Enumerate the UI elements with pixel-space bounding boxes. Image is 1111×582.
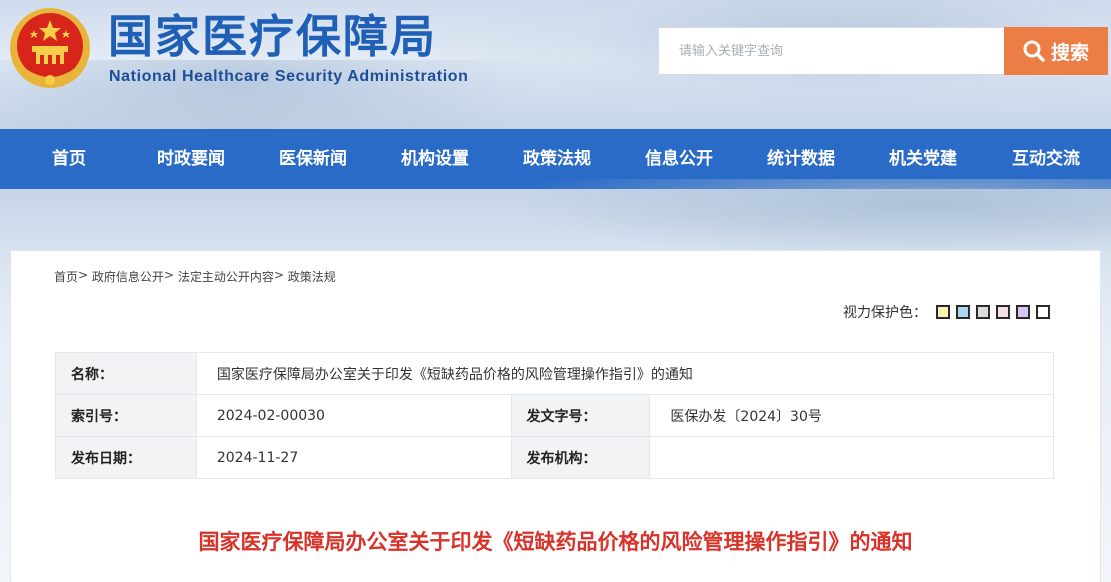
table-row: 名称： 国家医疗保障局办公室关于印发《短缺药品价格的风险管理操作指引》的通知: [55, 352, 1055, 395]
nav-item-home[interactable]: 首页: [8, 129, 130, 189]
breadcrumb-item-home[interactable]: 首页: [54, 268, 78, 285]
breadcrumb-item-policies[interactable]: 政策法规: [288, 268, 336, 285]
document-number-value: 医保办发〔2024〕30号: [649, 394, 1054, 437]
index-value: 2024-02-00030: [195, 394, 512, 437]
breadcrumb-separator: >: [163, 268, 174, 282]
nav-item-healthcare-news[interactable]: 医保新闻: [252, 129, 374, 189]
breadcrumb-item-gov-info[interactable]: 政府信息公开: [92, 268, 164, 285]
table-row: 索引号： 2024-02-00030 发文字号： 医保办发〔2024〕30号: [55, 394, 1054, 437]
nav-item-current-affairs[interactable]: 时政要闻: [130, 129, 252, 189]
eye-care-color-picker: 视力保护色：: [843, 302, 1050, 322]
issuer-value: [649, 436, 1054, 479]
eye-care-swatch[interactable]: [1036, 305, 1050, 319]
eye-care-swatch[interactable]: [996, 305, 1010, 319]
eye-care-swatches: [936, 305, 1050, 319]
breadcrumb-item-mandatory-disclosure[interactable]: 法定主动公开内容: [178, 268, 274, 285]
name-label: 名称：: [55, 352, 197, 395]
publish-date-value: 2024-11-27: [195, 436, 512, 479]
breadcrumb-separator: >: [273, 268, 284, 282]
national-emblem-icon[interactable]: [8, 6, 92, 90]
search-input[interactable]: [658, 27, 1005, 75]
eye-care-swatch[interactable]: [1016, 305, 1030, 319]
eye-care-swatch[interactable]: [956, 305, 970, 319]
eye-care-swatch[interactable]: [936, 305, 950, 319]
eye-care-label: 视力保护色：: [843, 305, 927, 321]
breadcrumb-separator: >: [78, 268, 89, 282]
document-number-label: 发文字号：: [510, 394, 651, 437]
background-cloud: [500, 179, 1111, 259]
site-title[interactable]: 国家医疗保障局: [108, 10, 437, 64]
search-button[interactable]: 搜索: [1004, 27, 1108, 75]
search-icon: [1023, 40, 1045, 62]
search-button-label: 搜索: [1050, 41, 1089, 64]
issuer-label: 发布机构：: [510, 436, 651, 479]
index-label: 索引号：: [55, 394, 197, 437]
document-title: 国家医疗保障局办公室关于印发《短缺药品价格的风险管理操作指引》的通知: [198, 530, 913, 554]
nav-item-organization[interactable]: 机构设置: [374, 129, 496, 189]
eye-care-swatch[interactable]: [976, 305, 990, 319]
site-subtitle[interactable]: National Healthcare Security Administrat…: [109, 68, 469, 86]
publish-date-label: 发布日期：: [55, 436, 197, 479]
name-value: 国家医疗保障局办公室关于印发《短缺药品价格的风险管理操作指引》的通知: [195, 352, 1055, 395]
site-header: 国家医疗保障局 National Healthcare Security Adm…: [0, 0, 1111, 129]
breadcrumb: 首页 > 政府信息公开 > 法定主动公开内容 > 政策法规: [54, 268, 336, 285]
table-row: 发布日期： 2024-11-27 发布机构：: [55, 436, 1054, 479]
document-info-table: 名称： 国家医疗保障局办公室关于印发《短缺药品价格的风险管理操作指引》的通知 索…: [55, 352, 1055, 479]
